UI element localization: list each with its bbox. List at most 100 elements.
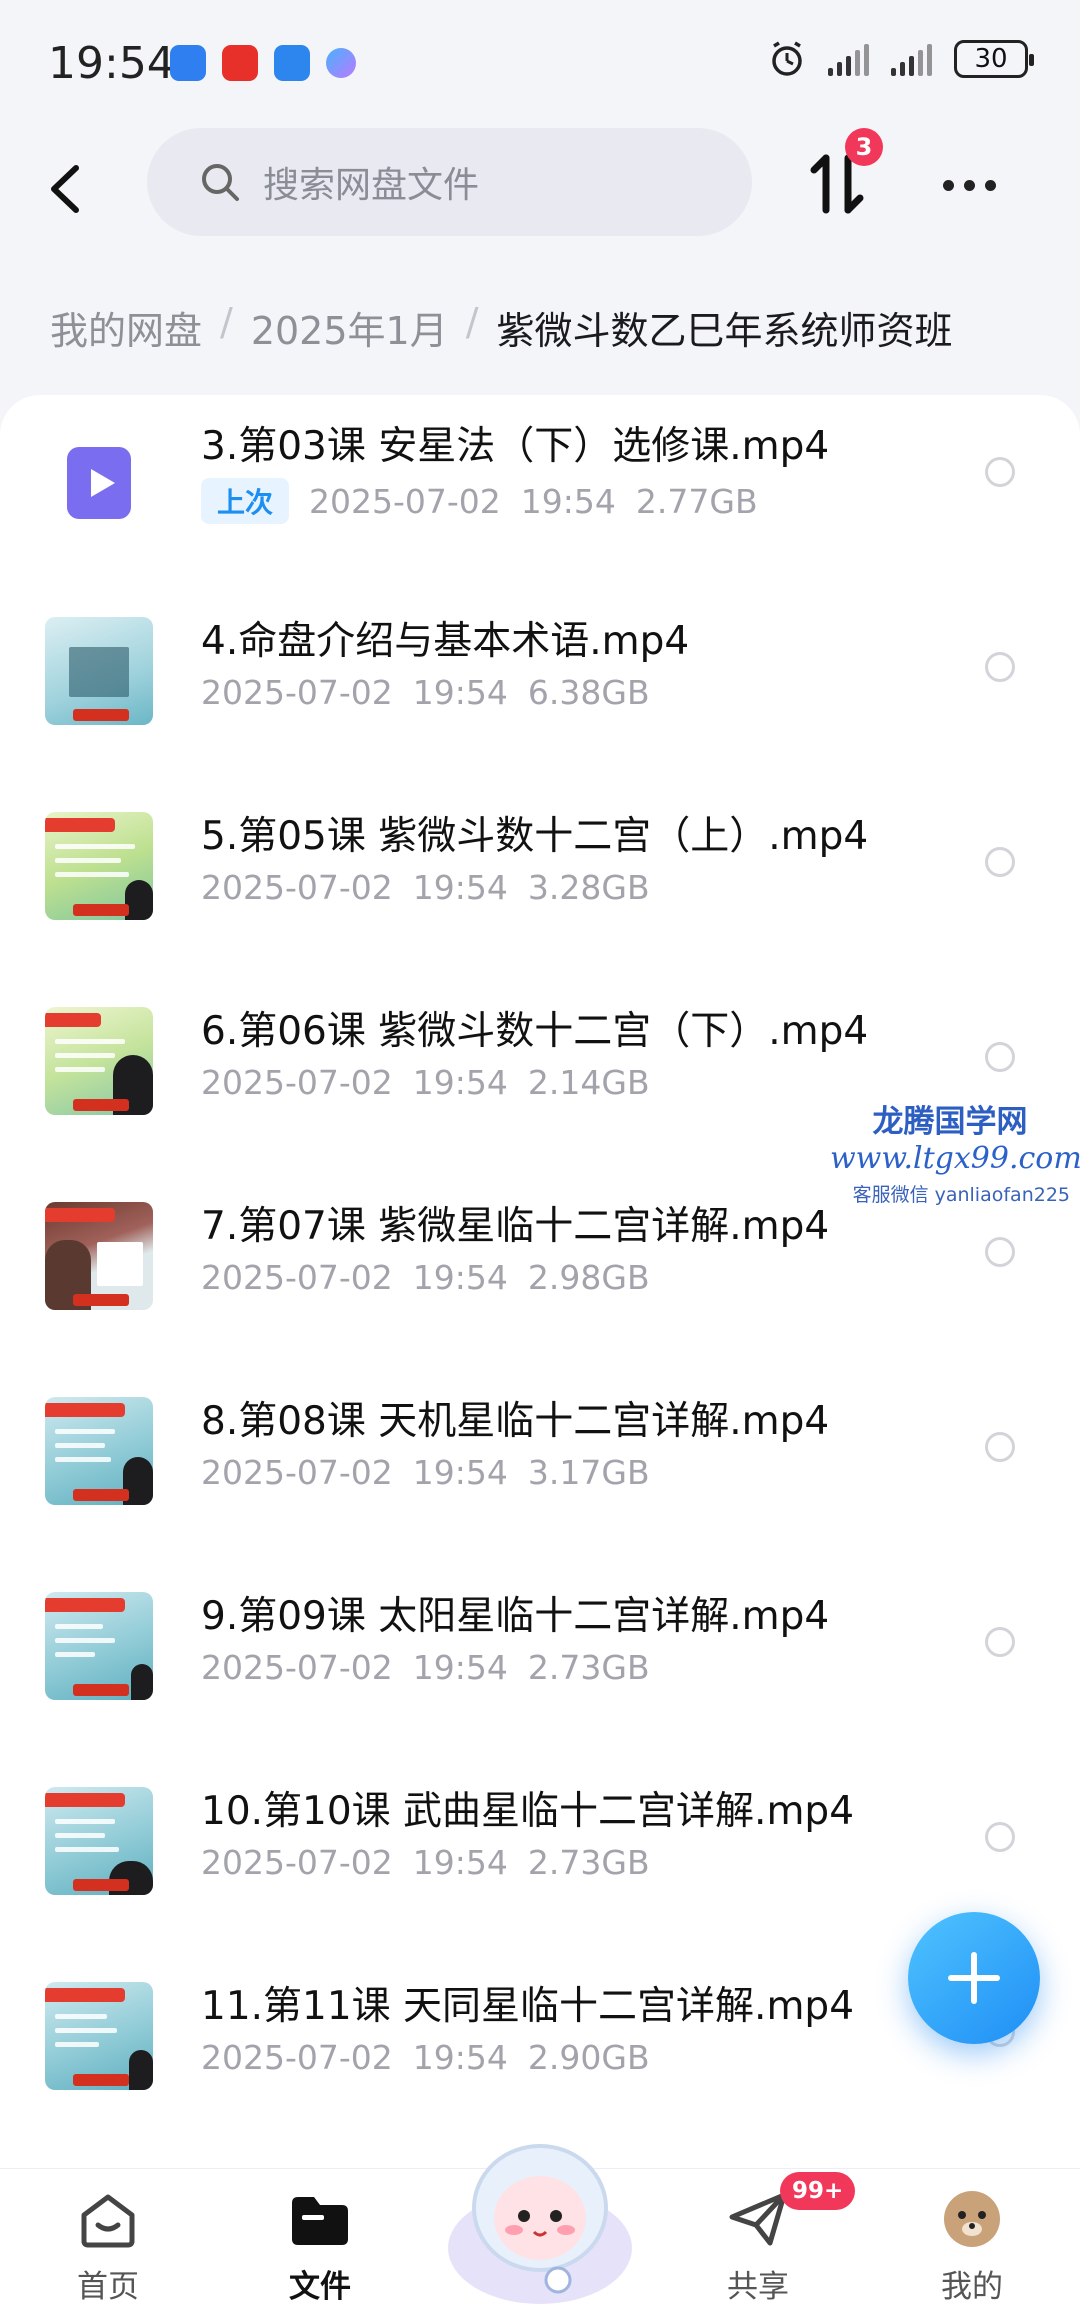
- cloud-notification-icon: [326, 48, 356, 78]
- file-name: 9.第09课 太阳星临十二宫详解.mp4: [201, 1594, 830, 1639]
- watermark-url: www.ltgx99.com: [830, 1141, 1080, 1176]
- file-size: 2.73GB: [527, 1648, 650, 1687]
- file-date: 2025-07-02: [201, 1648, 393, 1687]
- file-time: 19:54: [412, 1648, 508, 1687]
- file-date: 2025-07-02: [201, 1258, 393, 1297]
- folder-icon: [292, 2197, 348, 2245]
- file-size: 2.77GB: [635, 481, 758, 521]
- file-time: 19:54: [412, 1258, 508, 1297]
- file-meta: 2025-07-02 19:54 6.38GB: [201, 673, 650, 712]
- watermark-title: 龙腾国学网: [872, 1104, 1028, 1140]
- more-icon[interactable]: [943, 180, 996, 191]
- select-checkbox[interactable]: [985, 1237, 1015, 1267]
- video-thumbnail: [45, 1202, 153, 1310]
- file-size: 2.14GB: [527, 1063, 650, 1102]
- video-thumbnail: [45, 1397, 153, 1505]
- shop-notification-icon: [222, 45, 258, 81]
- file-row[interactable]: 3.第03课 安星法（下）选修课.mp4 上次 2025-07-02 19:54…: [0, 395, 1080, 590]
- file-meta: 2025-07-02 19:54 3.28GB: [201, 868, 650, 907]
- file-size: 2.90GB: [527, 2038, 650, 2077]
- file-meta: 2025-07-02 19:54 2.73GB: [201, 1843, 650, 1882]
- breadcrumb: 我的网盘 / 2025年1月 / 紫微斗数乙巳年系统师资班: [50, 300, 953, 355]
- watermark: 龙腾国学网 www.ltgx99.com 客服微信 yanliaofan225: [830, 1096, 1080, 1207]
- file-list: 3.第03课 安星法（下）选修课.mp4 上次 2025-07-02 19:54…: [0, 395, 1080, 2175]
- mascot-icon[interactable]: [440, 2120, 640, 2310]
- video-thumbnail: [45, 1982, 153, 2090]
- search-input[interactable]: 搜索网盘文件: [147, 128, 752, 236]
- breadcrumb-separator: /: [220, 300, 233, 344]
- file-date: 2025-07-02: [201, 1063, 393, 1102]
- file-row[interactable]: 5.第05课 紫微斗数十二宫（上）.mp4 2025-07-02 19:54 3…: [0, 785, 1080, 980]
- video-thumbnail: [45, 1592, 153, 1700]
- file-date: 2025-07-02: [201, 2038, 393, 2077]
- file-name: 3.第03课 安星法（下）选修课.mp4: [201, 424, 830, 469]
- file-date: 2025-07-02: [309, 481, 501, 521]
- tab-files[interactable]: 文件: [250, 2189, 390, 2306]
- breadcrumb-separator: /: [465, 300, 479, 344]
- alarm-icon: [772, 41, 802, 76]
- file-size: 2.98GB: [527, 1258, 650, 1297]
- battery-icon: 30: [954, 40, 1034, 78]
- header: 搜索网盘文件 3: [0, 128, 1080, 258]
- file-name: 6.第06课 紫微斗数十二宫（下）.mp4: [201, 1009, 869, 1054]
- file-date: 2025-07-02: [201, 1843, 393, 1882]
- file-row[interactable]: 10.第10课 武曲星临十二宫详解.mp4 2025-07-02 19:54 2…: [0, 1760, 1080, 1955]
- file-size: 2.73GB: [527, 1843, 650, 1882]
- file-time: 19:54: [520, 481, 616, 521]
- file-date: 2025-07-02: [201, 673, 393, 712]
- file-time: 19:54: [412, 1063, 508, 1102]
- breadcrumb-item-root[interactable]: 我的网盘: [50, 300, 202, 355]
- file-name: 5.第05课 紫微斗数十二宫（上）.mp4: [201, 814, 869, 859]
- battery-level: 30: [974, 44, 1008, 74]
- file-row[interactable]: 8.第08课 天机星临十二宫详解.mp4 2025-07-02 19:54 3.…: [0, 1370, 1080, 1565]
- file-meta: 2025-07-02 19:54 2.90GB: [201, 2038, 650, 2077]
- avatar-icon: [944, 2191, 1000, 2247]
- file-meta: 上次 2025-07-02 19:54 2.77GB: [201, 478, 758, 524]
- search-icon: [202, 164, 239, 201]
- select-checkbox[interactable]: [985, 1627, 1015, 1657]
- watermark-contact: 客服微信 yanliaofan225: [852, 1184, 1070, 1206]
- video-thumbnail: [45, 1007, 153, 1115]
- file-size: 3.28GB: [527, 868, 650, 907]
- browser-notification-icon: [274, 45, 310, 81]
- transfer-badge: 3: [845, 128, 883, 166]
- file-time: 19:54: [412, 1843, 508, 1882]
- file-date: 2025-07-02: [201, 868, 393, 907]
- tab-home[interactable]: 首页: [38, 2189, 178, 2306]
- select-checkbox[interactable]: [985, 652, 1015, 682]
- file-time: 19:54: [412, 673, 508, 712]
- tab-label: 共享: [727, 2269, 789, 2305]
- file-date: 2025-07-02: [201, 1453, 393, 1492]
- add-button[interactable]: [908, 1912, 1040, 2044]
- file-name: 8.第08课 天机星临十二宫详解.mp4: [201, 1399, 830, 1444]
- file-time: 19:54: [412, 2038, 508, 2077]
- select-checkbox[interactable]: [985, 1822, 1015, 1852]
- breadcrumb-item-current: 紫微斗数乙巳年系统师资班: [496, 309, 953, 353]
- file-row[interactable]: 9.第09课 太阳星临十二宫详解.mp4 2025-07-02 19:54 2.…: [0, 1565, 1080, 1760]
- notification-icons: [170, 45, 356, 81]
- file-name: 10.第10课 武曲星临十二宫详解.mp4: [201, 1789, 855, 1834]
- system-icons: 30: [768, 40, 1034, 78]
- file-name: 11.第11课 天同星临十二宫详解.mp4: [201, 1984, 855, 2029]
- file-meta: 2025-07-02 19:54 2.98GB: [201, 1258, 650, 1297]
- status-time: 19:54: [48, 38, 175, 89]
- back-icon[interactable]: [40, 156, 100, 222]
- select-checkbox[interactable]: [985, 457, 1015, 487]
- breadcrumb-item-month[interactable]: 2025年1月: [251, 300, 448, 355]
- select-checkbox[interactable]: [985, 1432, 1015, 1462]
- select-checkbox[interactable]: [985, 847, 1015, 877]
- file-size: 3.17GB: [527, 1453, 650, 1492]
- file-time: 19:54: [412, 1453, 508, 1492]
- file-meta: 2025-07-02 19:54 2.73GB: [201, 1648, 650, 1687]
- signal-2-icon: [891, 42, 932, 76]
- tab-me[interactable]: 我的: [902, 2189, 1042, 2306]
- video-thumbnail: [45, 812, 153, 920]
- file-row[interactable]: 4.命盘介绍与基本术语.mp4 2025-07-02 19:54 6.38GB: [0, 590, 1080, 785]
- file-meta: 2025-07-02 19:54 3.17GB: [201, 1453, 650, 1492]
- tab-label: 我的: [941, 2269, 1003, 2305]
- tab-label: 首页: [77, 2269, 139, 2305]
- file-name: 7.第07课 紫微星临十二宫详解.mp4: [201, 1204, 830, 1249]
- select-checkbox[interactable]: [985, 1042, 1015, 1072]
- file-meta: 2025-07-02 19:54 2.14GB: [201, 1063, 650, 1102]
- video-thumbnail: [45, 1787, 153, 1895]
